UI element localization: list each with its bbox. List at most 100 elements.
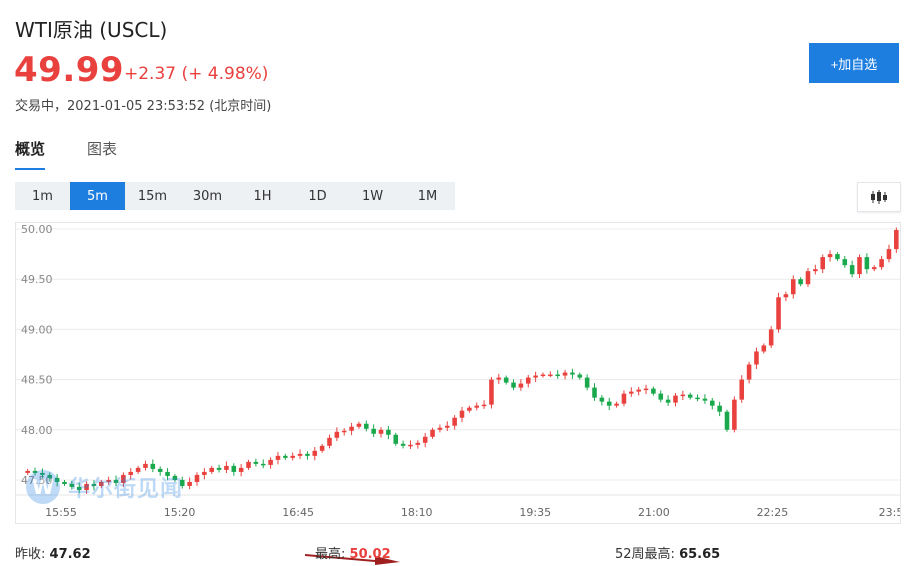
interval-15m[interactable]: 15m [125,182,180,210]
candle-body [305,453,310,456]
y-tick-label: 50.00 [21,223,53,236]
candle-body [592,387,597,398]
stat-high: 最高: 50.02 [315,543,391,562]
candle-body [570,372,575,375]
instrument-title: WTI原油 (USCL) [15,18,168,42]
candle-body [489,379,494,405]
tab-overview[interactable]: 概览 [15,138,45,159]
candle-body [606,401,612,406]
candle-body [238,467,244,472]
candle-body [518,383,524,388]
chart-type-toggle[interactable] [857,182,901,212]
x-tick-label: 18:10 [401,506,433,519]
candle-body [268,459,273,465]
candle-body [231,465,237,472]
candle-body [643,388,649,391]
candle-body [857,257,862,275]
candle-body [415,442,421,445]
interval-1d[interactable]: 1D [290,182,345,210]
price-change: +2.37 (+ 4.98%) [124,64,269,84]
candle-body [444,425,450,428]
candle-body [400,443,406,446]
candle-body [732,399,737,430]
candle-body [761,345,767,352]
watermark-logo-icon: W [26,470,60,504]
candle-body [680,394,686,397]
candle-body [849,265,855,275]
candle-body [327,437,332,446]
candle-body [474,405,480,408]
interval-1mo[interactable]: 1M [400,182,455,210]
stat-prev-close: 昨收: 47.62 [15,543,91,562]
candle-body [297,453,303,456]
candle-body [481,404,487,407]
candle-body [871,267,877,270]
y-tick-label: 48.00 [21,424,53,437]
candle-body [555,374,560,377]
interval-1m[interactable]: 1m [15,182,70,210]
candle-body [275,455,281,460]
candle-body [599,397,605,402]
candle-body [283,455,288,458]
week52-high-value: 65.65 [679,547,721,562]
interval-1w[interactable]: 1W [345,182,400,210]
candle-body [813,269,818,272]
interval-30m[interactable]: 30m [180,182,235,210]
candle-body [430,429,435,437]
candle-body [702,398,708,401]
candle-body [452,417,457,426]
candle-body [533,375,538,378]
candle-body [216,467,222,470]
candle-body [356,423,362,427]
candle-body [614,403,619,406]
candle-body [319,445,325,451]
candle-body [194,474,200,482]
candle-body [312,450,318,456]
watermark: W 华尔街见闻 [26,470,183,504]
candle-body [290,455,295,458]
candle-body [621,393,627,404]
candle-body [548,374,553,377]
candle-body [584,377,590,388]
candle-body [459,410,465,418]
x-tick-label: 16:45 [282,506,314,519]
interval-1h[interactable]: 1H [235,182,290,210]
tab-chart[interactable]: 图表 [87,138,117,159]
candle-body [783,294,789,298]
x-tick-label: 19:35 [519,506,551,519]
current-price: 49.99 [14,50,125,90]
candle-body [364,423,369,429]
candle-body [371,428,376,434]
candle-body [393,434,399,444]
candle-body [143,463,148,468]
candle-body [422,436,428,443]
candle-body [150,463,156,469]
candle-body [673,395,678,403]
prev-close-label: 昨收: [15,547,46,562]
interval-selector: 1m 5m 15m 30m 1H 1D 1W 1M [15,182,455,210]
high-label: 最高: [315,547,346,562]
candle-body [651,388,656,394]
candle-body [864,257,870,270]
candle-body [525,377,531,384]
candle-body [577,374,583,378]
candle-body [540,374,546,377]
y-tick-label: 49.00 [21,323,53,336]
candle-body [665,399,671,403]
candle-body [710,400,715,406]
y-tick-label: 48.50 [21,374,53,387]
candle-body [260,463,266,466]
candle-body [334,431,340,438]
candle-body [886,249,892,260]
candle-body [805,271,811,285]
interval-5m[interactable]: 5m [70,182,125,210]
candlestick-icon [871,190,887,204]
candle-body [827,254,833,258]
candle-body [496,377,502,380]
candle-body [658,393,664,400]
trading-status: 交易中，2021-01-05 23:53:52 (北京时间) [15,99,272,114]
prev-close-value: 47.62 [49,547,91,562]
add-to-watchlist-button[interactable]: +加自选 [809,43,899,83]
candle-body [835,254,840,260]
candle-body [636,389,641,392]
